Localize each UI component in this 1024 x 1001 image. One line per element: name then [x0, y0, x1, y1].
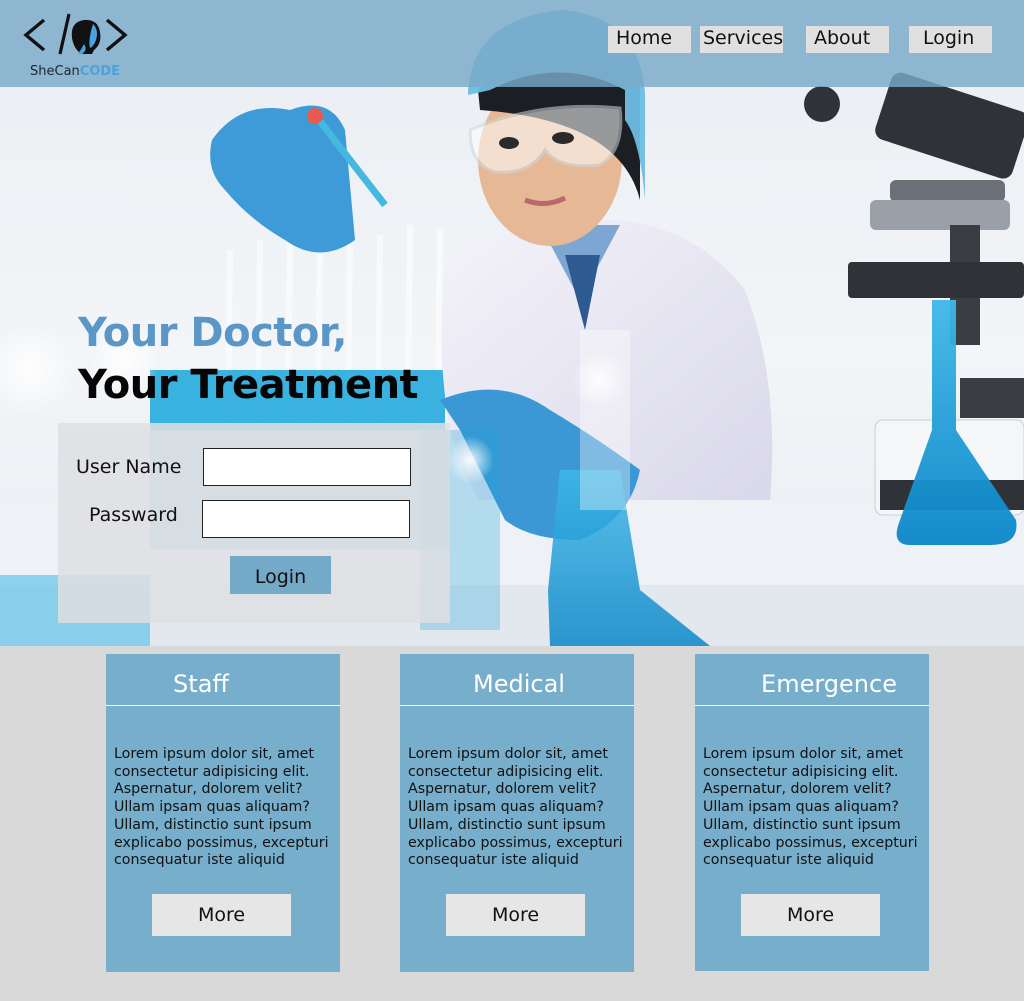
brand-name: SheCanCODE: [30, 64, 120, 79]
nav-services[interactable]: Services: [700, 26, 783, 53]
card-title: Staff: [106, 654, 340, 706]
top-nav-bar: SheCanCODE Home Services About Login: [0, 0, 1024, 87]
headline-line-2: Your Treatment: [78, 362, 419, 408]
card-medical: Medical Lorem ipsum dolor sit, amet cons…: [400, 654, 634, 972]
woman-profile-icon: [71, 19, 101, 54]
login-submit-button[interactable]: Login: [230, 556, 331, 594]
headline-line-1: Your Doctor,: [78, 310, 347, 356]
microscope: [804, 72, 1024, 516]
card-body-text: Lorem ipsum dolor sit, amet consectetur …: [114, 746, 329, 869]
site-logo[interactable]: SheCanCODE: [22, 10, 132, 82]
card-body-text: Lorem ipsum dolor sit, amet consectetur …: [703, 746, 918, 869]
glove-left: [210, 105, 355, 253]
card-body-text: Lorem ipsum dolor sit, amet consectetur …: [408, 746, 623, 869]
nav-home[interactable]: Home: [608, 26, 691, 53]
nav-login[interactable]: Login: [909, 26, 992, 53]
nav-about[interactable]: About: [806, 26, 889, 53]
hero-headline: Your Doctor, Your Treatment: [78, 310, 419, 408]
username-input[interactable]: [203, 448, 411, 486]
login-form: User Name Passward Login: [58, 423, 450, 623]
brand-name-part1: SheCan: [30, 64, 80, 79]
card-emergence: Emergence Lorem ipsum dolor sit, amet co…: [695, 654, 929, 971]
card-title: Medical: [400, 654, 634, 706]
username-label: User Name: [76, 456, 182, 478]
medical-more-button[interactable]: More: [446, 894, 585, 936]
card-title: Emergence: [695, 654, 929, 706]
staff-more-button[interactable]: More: [152, 894, 291, 936]
code-brackets-icon: [23, 13, 128, 55]
card-staff: Staff Lorem ipsum dolor sit, amet consec…: [106, 654, 340, 972]
brand-name-part2: CODE: [79, 64, 121, 79]
password-label: Passward: [89, 504, 178, 526]
password-input[interactable]: [202, 500, 410, 538]
emergence-more-button[interactable]: More: [741, 894, 880, 936]
